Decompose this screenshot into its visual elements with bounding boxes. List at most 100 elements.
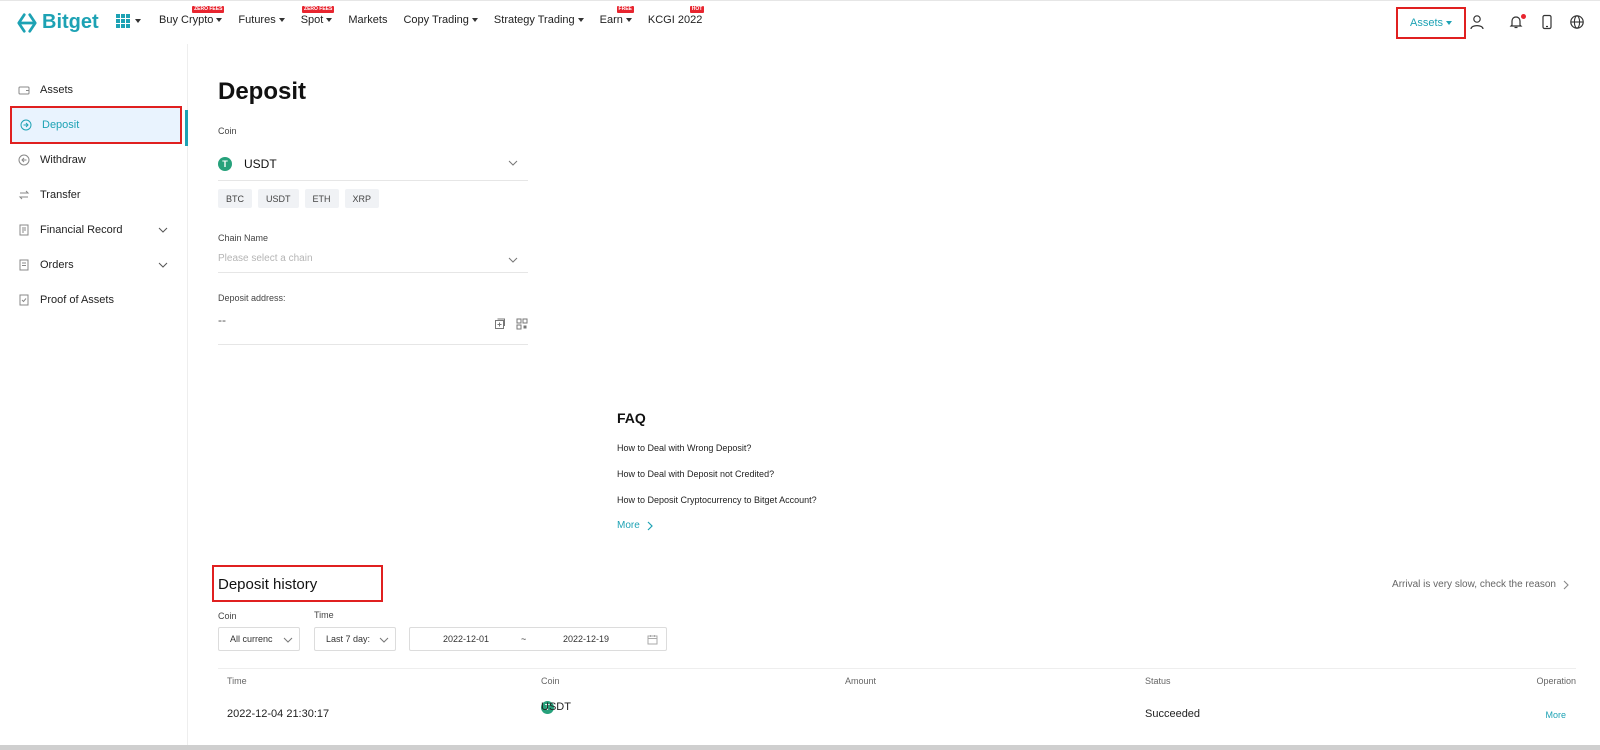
sidebar-item-label: Transfer: [40, 189, 81, 201]
deposit-address-label: Deposit address:: [218, 293, 286, 303]
history-table-header: Time Coin Amount Status Operation: [218, 668, 1576, 690]
nav-copy-trading[interactable]: Copy Trading: [403, 14, 478, 26]
time-filter-select[interactable]: Last 7 day:: [314, 627, 396, 651]
time-filter-label: Time: [314, 610, 334, 620]
sidebar-item-label: Proof of Assets: [40, 294, 114, 306]
sidebar-item-label: Financial Record: [40, 224, 123, 236]
withdraw-icon: [18, 154, 30, 166]
sidebar-item-label: Assets: [40, 84, 74, 96]
chevron-down-icon: [158, 262, 168, 268]
chip-btc[interactable]: BTC: [218, 189, 252, 208]
globe-icon[interactable]: [1568, 13, 1586, 31]
row-more-link[interactable]: More: [1545, 710, 1566, 720]
slow-arrival-label: Arrival is very slow, check the reason: [1392, 579, 1556, 590]
date-from: 2022-12-01: [443, 634, 490, 644]
coin-select[interactable]: T USDT: [218, 148, 528, 181]
grid-icon: [116, 14, 130, 28]
nav-markets[interactable]: Markets: [348, 14, 387, 26]
phone-icon[interactable]: [1538, 13, 1556, 31]
sidebar-item-orders[interactable]: Orders: [10, 246, 182, 284]
caret-down-icon: [577, 18, 584, 22]
chevron-down-icon: [283, 637, 293, 643]
sidebar-item-label: Withdraw: [40, 154, 86, 166]
faq-title: FAQ: [617, 410, 646, 426]
sidebar-item-proof-of-assets[interactable]: Proof of Assets: [10, 281, 182, 319]
date-range-picker[interactable]: 2022-12-01 ~ 2022-12-19: [409, 627, 667, 651]
chain-select[interactable]: Please select a chain: [218, 249, 528, 273]
chip-usdt[interactable]: USDT: [258, 189, 299, 208]
col-coin: Coin: [541, 676, 560, 686]
nav-item-label: Buy Crypto: [159, 14, 214, 26]
sidebar-item-label: Deposit: [42, 119, 80, 131]
coin-filter-value: All currenc: [230, 634, 273, 644]
qr-code-icon[interactable]: [516, 318, 528, 330]
page-title: Deposit: [218, 78, 307, 105]
nav-futures[interactable]: Futures: [238, 14, 285, 26]
sidebar-item-transfer[interactable]: Transfer: [10, 176, 182, 214]
nav-item-label: Strategy Trading: [493, 14, 575, 26]
coin-value: USDT: [244, 157, 277, 171]
chip-xrp[interactable]: XRP: [344, 189, 380, 208]
coin-filter-label: Coin: [218, 611, 237, 621]
chevron-down-icon: [158, 227, 168, 233]
bell-icon[interactable]: [1507, 13, 1526, 31]
sidebar-item-label: Orders: [40, 259, 74, 271]
col-status: Status: [1145, 676, 1171, 686]
nav-buy-crypto[interactable]: Buy Crypto ZERO FEES: [159, 6, 225, 26]
nav-strategy-trading[interactable]: Strategy Trading: [494, 14, 584, 26]
faq-link-how-to-deposit[interactable]: How to Deposit Cryptocurrency to Bitget …: [617, 495, 817, 505]
bitget-logo[interactable]: Bitget: [16, 11, 99, 34]
nav-badge: ZERO FEES: [302, 6, 335, 13]
nav-menu: Buy Crypto ZERO FEES Futures Spot ZERO F…: [159, 6, 718, 26]
nav-badge: HOT: [689, 6, 705, 13]
faq-link-not-credited[interactable]: How to Deal with Deposit not Credited?: [617, 469, 774, 479]
faq-more-link[interactable]: More: [617, 520, 654, 531]
time-filter-value: Last 7 day:: [326, 634, 371, 644]
nav-kcgi-2022[interactable]: KCGI 2022 HOT: [647, 6, 705, 26]
coin-label: Coin: [218, 126, 237, 136]
caret-down-icon: [326, 18, 333, 22]
apps-menu-button[interactable]: [116, 14, 141, 28]
chain-placeholder: Please select a chain: [218, 253, 313, 264]
assets-menu-button[interactable]: Assets: [1396, 7, 1466, 39]
deposit-address-value: --: [218, 313, 226, 327]
nav-item-label: Markets: [348, 14, 388, 26]
sidebar: Assets Deposit Withdraw Transfer Financi…: [0, 44, 188, 750]
sidebar-item-assets[interactable]: Assets: [10, 71, 182, 109]
brand-name: Bitget: [42, 11, 99, 33]
nav-item-label: KCGI 2022: [647, 14, 703, 26]
record-icon: [18, 224, 30, 236]
faq-link-wrong-deposit[interactable]: How to Deal with Wrong Deposit?: [617, 443, 751, 453]
col-operation: Operation: [1536, 676, 1576, 686]
chevron-right-icon: [1563, 580, 1569, 589]
orders-icon: [18, 259, 30, 271]
sidebar-item-financial-record[interactable]: Financial Record: [10, 211, 182, 249]
coin-filter-select[interactable]: All currenc: [218, 627, 300, 651]
date-separator: ~: [521, 634, 527, 644]
nav-spot[interactable]: Spot ZERO FEES: [300, 6, 335, 26]
slow-arrival-link[interactable]: Arrival is very slow, check the reason: [1392, 579, 1570, 590]
sidebar-item-deposit[interactable]: Deposit: [10, 106, 182, 144]
row-time: 2022-12-04 21:30:17: [227, 708, 330, 720]
chevron-right-icon: [647, 521, 653, 530]
quick-coin-chips: BTC USDT ETH XRP: [218, 189, 380, 208]
deposit-history-title: Deposit history: [218, 576, 318, 593]
nav-item-label: Spot: [300, 14, 324, 26]
nav-item-label: Futures: [238, 14, 276, 26]
copy-icon[interactable]: [494, 318, 506, 330]
col-time: Time: [227, 676, 247, 686]
caret-down-icon: [216, 18, 223, 22]
date-to: 2022-12-19: [563, 634, 610, 644]
nav-item-label: Earn: [599, 14, 623, 26]
nav-earn[interactable]: Earn FREE: [599, 6, 634, 26]
sidebar-item-withdraw[interactable]: Withdraw: [10, 141, 182, 179]
chevron-down-icon: [508, 160, 518, 166]
user-icon[interactable]: [1468, 13, 1486, 31]
chevron-down-icon: [508, 257, 518, 263]
faq-more-label: More: [617, 520, 640, 531]
proof-icon: [18, 294, 30, 306]
chip-eth[interactable]: ETH: [304, 189, 339, 208]
horizontal-scrollbar[interactable]: [0, 745, 1600, 750]
nav-item-label: Copy Trading: [403, 14, 469, 26]
usdt-icon: T: [218, 157, 232, 171]
